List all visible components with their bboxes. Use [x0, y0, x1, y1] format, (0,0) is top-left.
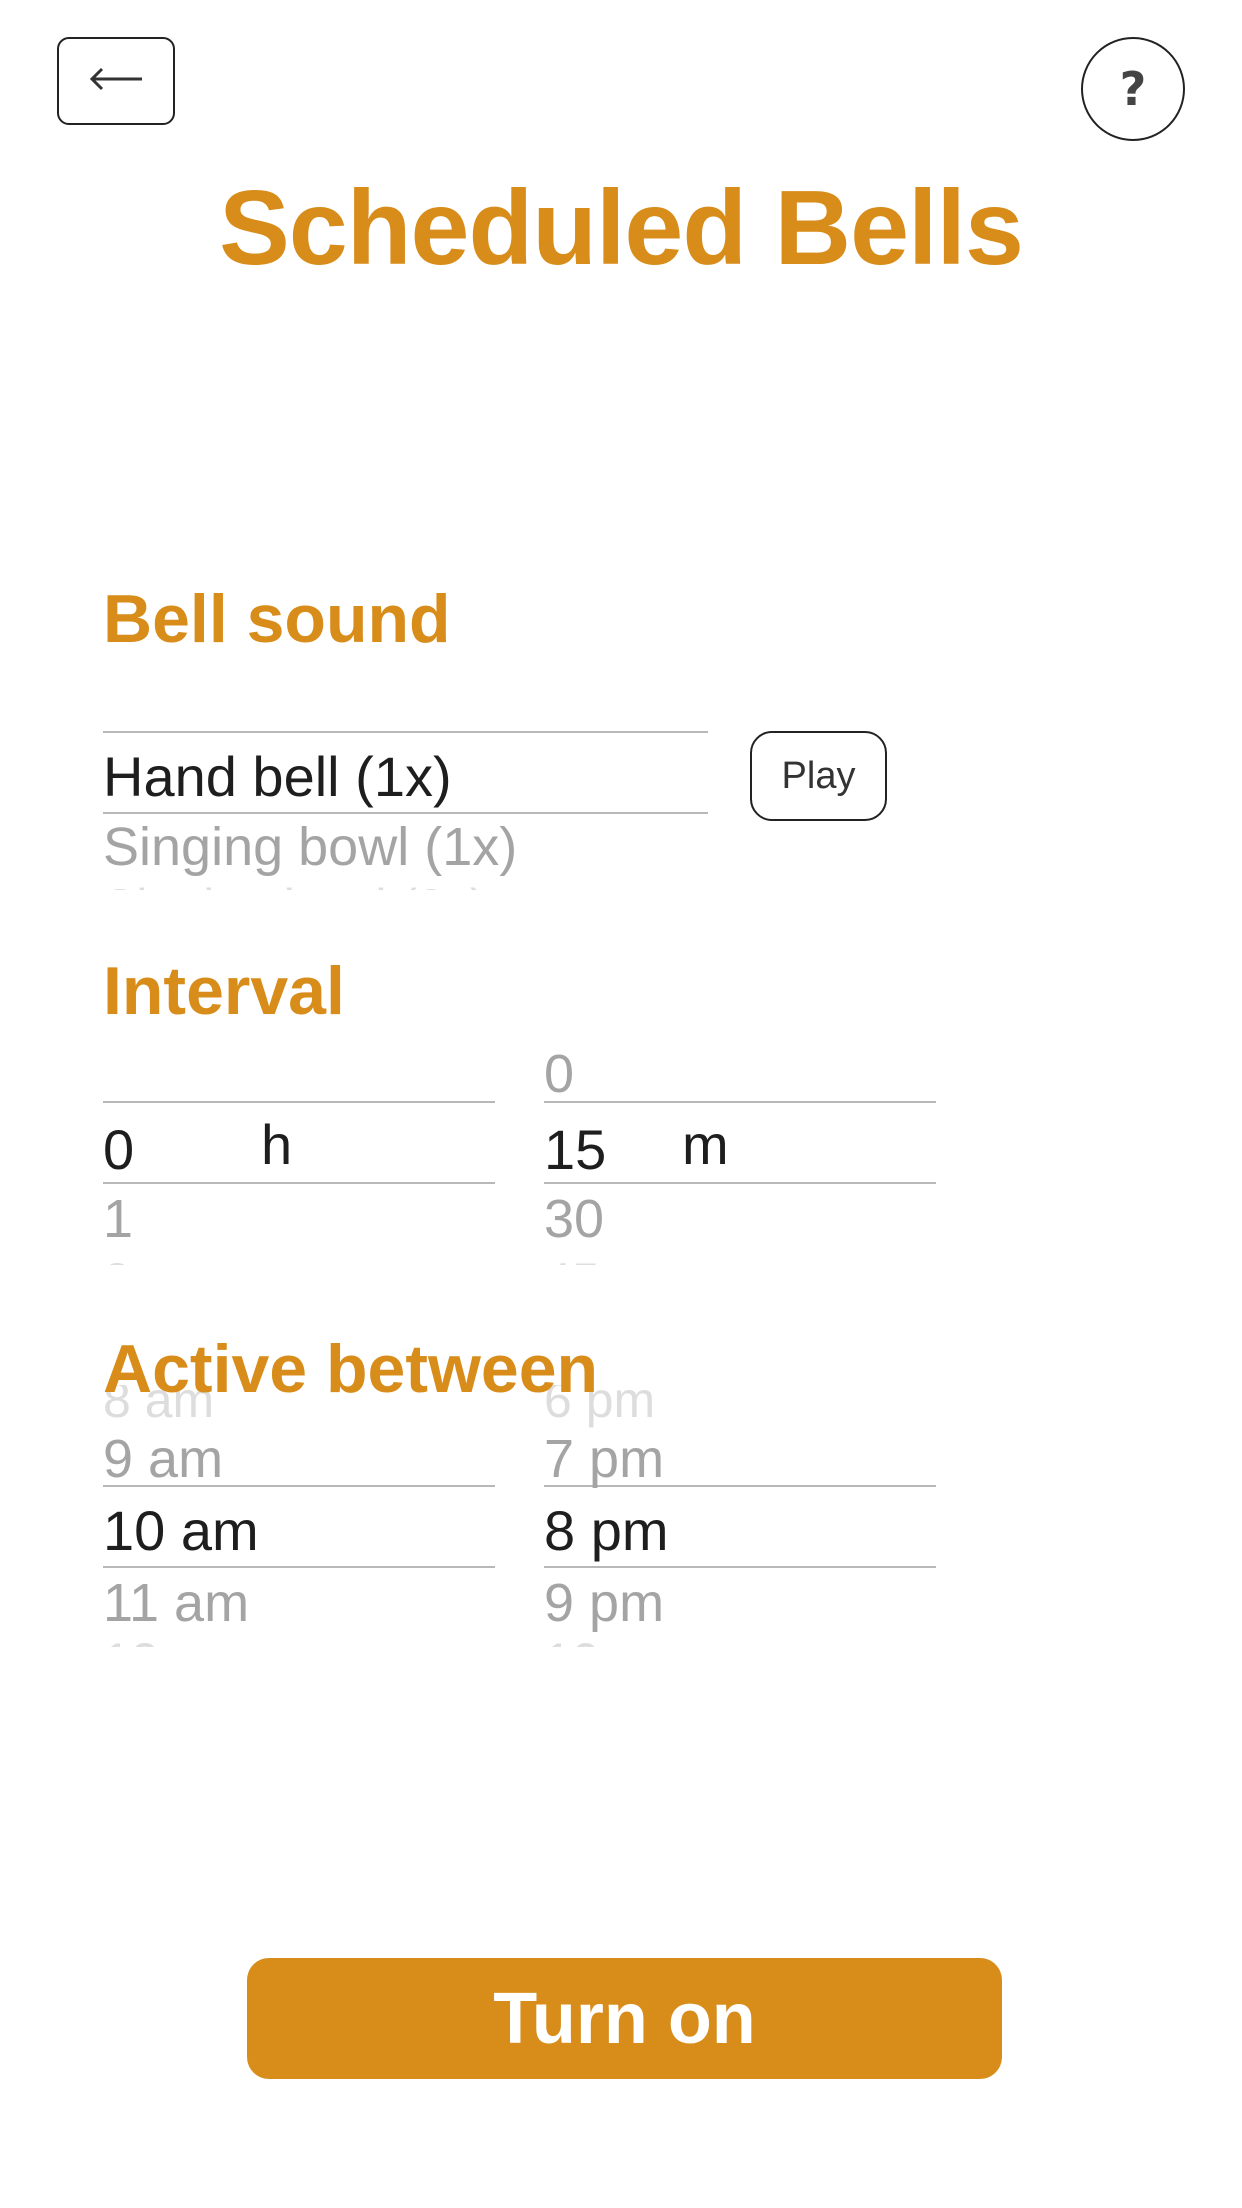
hours-unit-label: h	[261, 1113, 293, 1176]
hours-option-selected[interactable]: 0	[103, 1117, 134, 1182]
minutes-unit-label: m	[682, 1113, 729, 1176]
hours-option-below[interactable]: 1	[103, 1188, 133, 1250]
turn-on-button[interactable]: Turn on	[247, 1958, 1002, 2079]
question-mark-icon: ?	[1119, 62, 1147, 116]
bell-sound-heading: Bell sound	[103, 581, 451, 657]
bell-option-selected[interactable]: Hand bell (1x)	[103, 744, 452, 809]
hours-option[interactable]: 2	[103, 1252, 131, 1265]
page-title: Scheduled Bells	[219, 169, 1024, 287]
interval-hours-picker[interactable]: 0 h 1 2	[103, 1040, 495, 1265]
left-arrow-icon	[88, 67, 144, 96]
interval-heading: Interval	[103, 953, 345, 1029]
active-end-picker[interactable]: 6 pm 7 pm 8 pm 9 pm 10 pm	[544, 1385, 936, 1647]
active-between-heading: Active between	[103, 1331, 599, 1407]
play-button[interactable]: Play	[750, 731, 887, 821]
picker-divider	[103, 812, 708, 814]
interval-minutes-picker[interactable]: 0 15 m 30 45	[544, 1040, 936, 1265]
bell-sound-picker[interactable]: Hand bell (1x) Singing bowl (1x) Singing…	[103, 700, 708, 890]
back-button[interactable]	[57, 37, 175, 125]
active-start-picker[interactable]: 8 am 9 am 10 am 11 am 12 pm	[103, 1385, 495, 1647]
picker-divider	[544, 1182, 936, 1184]
minutes-option[interactable]: 45	[544, 1252, 600, 1265]
bell-option[interactable]: Singing bowl (1x)	[103, 816, 517, 878]
picker-divider	[103, 1182, 495, 1184]
picker-divider	[103, 731, 708, 733]
start-option[interactable]: 12 pm	[103, 1632, 242, 1647]
start-option-above[interactable]: 9 am	[103, 1428, 223, 1490]
end-option-selected[interactable]: 8 pm	[544, 1498, 669, 1563]
help-button[interactable]: ?	[1081, 37, 1185, 141]
minutes-option-below[interactable]: 30	[544, 1188, 604, 1250]
start-option-below[interactable]: 11 am	[103, 1572, 249, 1634]
end-option-above[interactable]: 7 pm	[544, 1428, 664, 1490]
picker-divider	[544, 1101, 936, 1103]
end-option-below[interactable]: 9 pm	[544, 1572, 664, 1634]
start-option-selected[interactable]: 10 am	[103, 1498, 259, 1563]
bell-option[interactable]: Singing bowl (3x)	[103, 878, 487, 890]
minutes-option-above[interactable]: 0	[544, 1043, 574, 1105]
picker-divider	[103, 1566, 495, 1568]
picker-divider	[544, 1566, 936, 1568]
end-option[interactable]: 10 pm	[544, 1632, 683, 1647]
minutes-option-selected[interactable]: 15	[544, 1117, 606, 1182]
picker-divider	[103, 1101, 495, 1103]
